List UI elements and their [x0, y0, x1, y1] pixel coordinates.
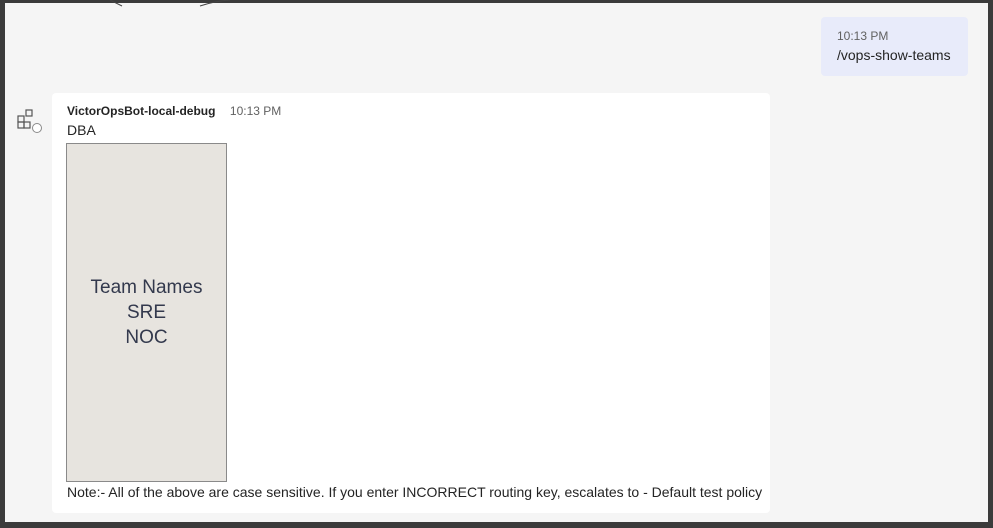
- sent-message-text: /vops-show-teams: [837, 47, 951, 63]
- message-author[interactable]: VictorOpsBot-local-debug: [67, 104, 215, 118]
- message-time: 10:13 PM: [229, 104, 282, 118]
- sent-message-time: 10:13 PM: [837, 29, 889, 43]
- message-note: Note:- All of the above are case sensiti…: [67, 484, 763, 500]
- team-name-item: SRE: [126, 302, 167, 323]
- message-first-line: DBA: [67, 122, 96, 138]
- team-card-heading: Team Names: [90, 277, 203, 298]
- sent-message-bubble[interactable]: 10:13 PM /vops-show-teams: [821, 17, 968, 76]
- bot-message-card[interactable]: VictorOpsBot-local-debug 10:13 PM DBA Te…: [52, 93, 770, 513]
- team-name-item: NOC: [125, 327, 168, 348]
- status-offline-icon: [32, 123, 42, 133]
- background-decoration: [109, 0, 231, 7]
- team-names-card: Team Names SRE NOC: [66, 143, 227, 482]
- bot-avatar[interactable]: [15, 108, 45, 138]
- message-header: VictorOpsBot-local-debug 10:13 PM: [67, 102, 281, 120]
